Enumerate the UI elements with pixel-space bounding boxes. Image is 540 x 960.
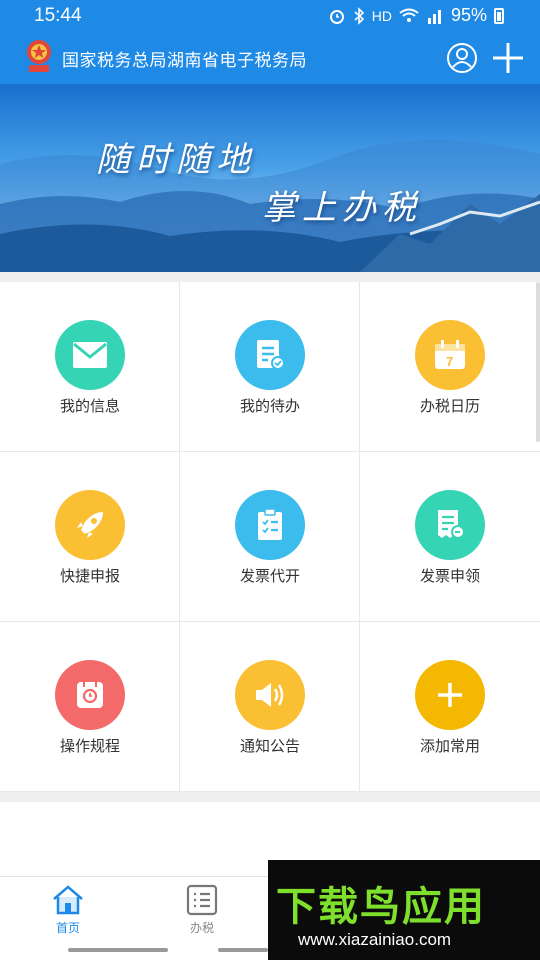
- clipboard-checklist-icon: [235, 490, 305, 560]
- system-nav-indicator: [218, 948, 268, 952]
- watermark-url: www.xiazainiao.com: [298, 930, 452, 949]
- home-icon: [53, 885, 83, 915]
- grid-item-invoice-issue[interactable]: 发票代开: [180, 452, 360, 622]
- tax-emblem-logo: [27, 40, 51, 72]
- grid-item-label: 快捷申报: [59, 567, 120, 585]
- section-divider: [0, 792, 540, 802]
- grid-item-label: 添加常用: [419, 737, 480, 755]
- watermark-brand: 下载鸟应用: [276, 884, 486, 930]
- grid-item-label: 办税日历: [419, 397, 480, 415]
- grid-item-operation-guide[interactable]: 操作规程: [0, 622, 180, 792]
- bluetooth-icon: [354, 6, 364, 25]
- system-nav-indicator: [68, 948, 168, 952]
- grid-item-add-favorite[interactable]: 添加常用: [360, 622, 540, 792]
- app-title: 国家税务总局湖南省电子税务局: [62, 51, 307, 71]
- status-indicators: HD 95%: [328, 5, 504, 26]
- banner-slogan-1: 随时随地: [96, 140, 256, 180]
- tab-home[interactable]: 首页: [28, 883, 108, 936]
- network-type-label: HD: [371, 7, 392, 24]
- rocket-icon: [55, 490, 125, 560]
- tab-label: 首页: [55, 921, 80, 935]
- invoice-receipt-icon: [415, 490, 485, 560]
- promo-banner[interactable]: 随时随地 掌上办税: [0, 84, 540, 272]
- mountain-landscape-illustration: [0, 140, 540, 272]
- grid-item-label: 发票申领: [419, 567, 480, 585]
- top-app-bar: 15:44 HD 95% 国家税务总局湖南省电子税务局: [0, 0, 540, 84]
- tab-tax[interactable]: 办税: [162, 883, 242, 936]
- banner-slogan-2: 掌上办税: [262, 188, 422, 228]
- manual-book-icon: [55, 660, 125, 730]
- grid-item-my-todo[interactable]: 我的待办: [180, 282, 360, 452]
- speaker-icon: [235, 660, 305, 730]
- grid-item-label: 通知公告: [239, 737, 300, 755]
- status-time: 15:44: [34, 5, 82, 26]
- list-icon: [186, 884, 218, 916]
- status-bar: 15:44 HD 95%: [0, 0, 540, 32]
- grid-item-tax-calendar[interactable]: 7 办税日历: [360, 282, 540, 452]
- section-divider: [0, 272, 540, 282]
- user-profile-icon[interactable]: [446, 42, 478, 74]
- todo-document-icon: [235, 320, 305, 390]
- site-watermark: 下载鸟应用 www.xiazainiao.com: [268, 860, 540, 960]
- signal-icon: [427, 9, 441, 24]
- grid-item-quick-declare[interactable]: 快捷申报: [0, 452, 180, 622]
- svg-text:7: 7: [446, 354, 453, 369]
- app-header: 国家税务总局湖南省电子税务局: [0, 34, 540, 84]
- grid-item-announcements[interactable]: 通知公告: [180, 622, 360, 792]
- grid-item-label: 我的待办: [239, 397, 300, 415]
- function-grid: 我的信息 我的待办 7 办税日历 快捷申报 发票代开 发票申领 操作规程 通知公…: [0, 282, 540, 792]
- battery-percent: 95%: [450, 5, 487, 25]
- add-icon[interactable]: [490, 40, 526, 76]
- calendar-icon: 7: [415, 320, 485, 390]
- plus-icon: [415, 660, 485, 730]
- envelope-icon: [55, 320, 125, 390]
- grid-item-label: 我的信息: [59, 397, 120, 415]
- wifi-icon: [399, 8, 419, 22]
- grid-item-invoice-apply[interactable]: 发票申领: [360, 452, 540, 622]
- grid-item-label: 操作规程: [59, 737, 120, 755]
- battery-icon: [494, 7, 504, 24]
- grid-item-label: 发票代开: [239, 567, 300, 585]
- scroll-indicator: [536, 282, 540, 442]
- alarm-icon: [329, 9, 344, 24]
- grid-item-my-info[interactable]: 我的信息: [0, 282, 180, 452]
- tab-label: 办税: [189, 921, 214, 935]
